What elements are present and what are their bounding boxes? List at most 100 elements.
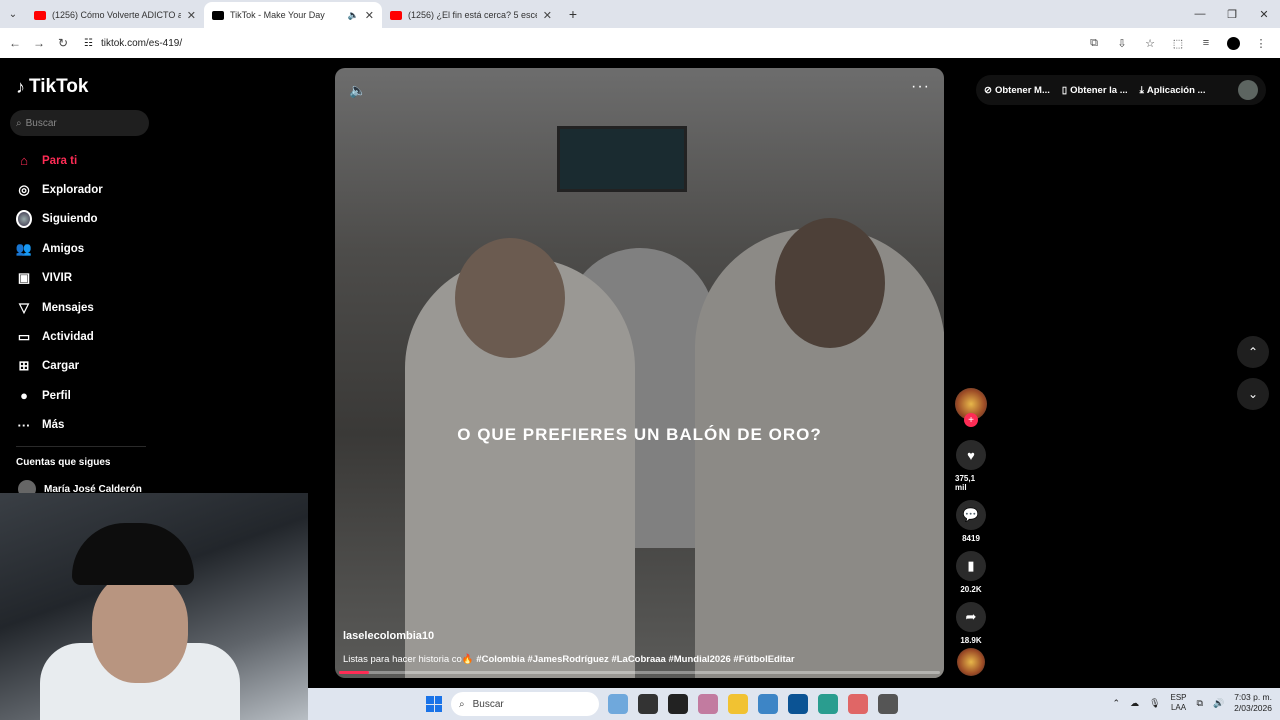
description-hashtags[interactable]: #Colombia #JamesRodríguez #LaCobraaa #Mu…	[476, 654, 794, 665]
tab-youtube-1[interactable]: (1256) Cómo Volverte ADICTO a... ✕	[26, 2, 204, 28]
taskbar-search-label: Buscar	[472, 698, 504, 710]
save-count: 20.2K	[960, 585, 982, 594]
bookmark-star-icon[interactable]: ☆	[1143, 36, 1157, 50]
volume-icon[interactable]: 🔊	[1213, 698, 1224, 709]
sidebar-item-amigos[interactable]: 👥 Amigos	[16, 234, 146, 263]
upload-icon: ⊞	[18, 358, 30, 374]
bookmark-icon[interactable]: ▮	[956, 551, 986, 581]
sidebar-item-perfil[interactable]: ● Perfil	[16, 381, 146, 410]
tiktok-page: ♪ TikTok ⌕ Buscar ⌂ Para ti ◎ Explorador…	[0, 58, 1280, 720]
site-info-icon[interactable]: ☷	[84, 38, 93, 49]
outlook-icon[interactable]	[788, 694, 808, 714]
language-indicator[interactable]: ESP LAA	[1171, 693, 1187, 713]
heart-icon[interactable]: ♥	[956, 440, 986, 470]
volume-icon[interactable]: 🔈	[349, 82, 366, 99]
share-icon[interactable]: ➦	[956, 602, 986, 632]
epic-games-icon[interactable]	[668, 694, 688, 714]
video-background-monitor	[557, 126, 687, 192]
sidebar-item-explorador[interactable]: ◎ Explorador	[16, 175, 146, 204]
comment-count: 8419	[962, 534, 980, 543]
profile-icon: ●	[20, 388, 28, 404]
coin-icon: ⊘	[984, 84, 992, 96]
profile-avatar[interactable]	[1227, 36, 1240, 50]
save-action[interactable]: ▮ 20.2K	[955, 551, 987, 594]
forward-icon[interactable]: →	[30, 34, 48, 52]
microphone-icon[interactable]: 🎙	[1149, 698, 1160, 709]
send-icon: ▽	[19, 299, 29, 315]
video-description: Listas para hacer historia co🔥 #Colombia…	[343, 654, 795, 665]
close-tab-icon[interactable]: ✕	[187, 9, 196, 22]
copilot-icon[interactable]	[698, 694, 718, 714]
youtube-icon	[390, 10, 402, 20]
music-disc[interactable]	[957, 648, 985, 676]
sidebar-item-actividad[interactable]: ▭ Actividad	[16, 322, 146, 351]
chrome-menu-icon[interactable]: ⋮	[1254, 36, 1268, 50]
video-username[interactable]: laselecolombia10	[343, 630, 434, 642]
live-icon: ▣	[17, 270, 31, 286]
install-app-icon[interactable]: ⇩	[1115, 36, 1129, 50]
address-bar[interactable]: ☷ tiktok.com/es-419/	[78, 32, 1081, 54]
get-coins-button[interactable]: ⊘ Obtener M...	[984, 85, 1050, 96]
webcam-overlay	[0, 493, 308, 720]
app-icon[interactable]	[878, 694, 898, 714]
top-right-bar: ⊘ Obtener M... ▯ Obtener la ... ⤓ Aplica…	[976, 75, 1266, 105]
widgets-icon[interactable]	[608, 694, 628, 714]
taskbar-search[interactable]: ⌕ Buscar	[451, 692, 599, 716]
tab-strip: ⌄ (1256) Cómo Volverte ADICTO a... ✕ Tik…	[0, 0, 1280, 28]
close-tab-icon[interactable]: ✕	[365, 9, 374, 22]
extensions-icon[interactable]: ⬚	[1171, 36, 1185, 50]
clock[interactable]: 7:03 p. m. 2/03/2026	[1234, 692, 1272, 714]
translate-icon[interactable]: ⧉	[1087, 36, 1101, 50]
cloud-icon[interactable]: ☁	[1130, 698, 1139, 709]
network-icon[interactable]: ⧉	[1197, 698, 1203, 709]
windows-start-icon[interactable]	[426, 696, 442, 712]
close-tab-icon[interactable]: ✕	[543, 9, 552, 22]
desktop-app-button[interactable]: ⤓ Aplicación ...	[1140, 85, 1206, 96]
new-tab-button[interactable]: +	[560, 0, 586, 28]
get-app-button[interactable]: ▯ Obtener la ...	[1062, 85, 1128, 96]
chrome-icon[interactable]	[848, 694, 868, 714]
share-action[interactable]: ➦ 18.9K	[955, 602, 987, 645]
reload-icon[interactable]: ↻	[54, 34, 72, 52]
follow-plus-icon[interactable]: +	[964, 413, 978, 427]
toolbar-actions: ⧉ ⇩ ☆ ⬚ ≡ ⋮	[1087, 36, 1274, 50]
sidebar-item-vivir[interactable]: ▣ VIVIR	[16, 264, 146, 293]
search-icon: ⌕	[16, 117, 22, 129]
window-controls: — ❐ ✕	[1184, 0, 1280, 28]
previous-video-button[interactable]: ⌃	[1237, 336, 1269, 368]
tab-search-button[interactable]: ⌄	[0, 0, 26, 28]
video-progress-bar[interactable]	[339, 671, 940, 674]
close-window-icon[interactable]: ✕	[1248, 0, 1280, 28]
tab-tiktok[interactable]: TikTok - Make Your Day 🔈 ✕	[204, 2, 382, 28]
video-player[interactable]: 🔈 ··· O QUE PREFIERES UN BALÓN DE ORO? l…	[335, 68, 944, 678]
search-icon: ⌕	[459, 698, 465, 710]
chevron-down-icon: ⌄	[1247, 387, 1259, 401]
file-explorer-icon[interactable]	[728, 694, 748, 714]
tiktok-logo[interactable]: ♪ TikTok	[16, 76, 88, 98]
minimize-icon[interactable]: —	[1184, 0, 1216, 28]
tray-chevron-icon[interactable]: ⌃	[1113, 698, 1121, 709]
media-controls-icon[interactable]: ≡	[1199, 36, 1213, 50]
sidebar-item-para-ti[interactable]: ⌂ Para ti	[16, 146, 146, 175]
sidebar-item-siguiendo[interactable]: Siguiendo	[16, 205, 146, 234]
store-icon[interactable]	[758, 694, 778, 714]
like-action[interactable]: ♥ 375,1 mil	[955, 440, 987, 492]
task-view-icon[interactable]	[638, 694, 658, 714]
user-avatar[interactable]	[1238, 80, 1258, 100]
sidebar-item-mas[interactable]: ··· Más	[16, 411, 146, 440]
tab-youtube-2[interactable]: (1256) ¿El fin está cerca? 5 esce... ✕	[382, 2, 560, 28]
creator-avatar[interactable]: +	[955, 388, 987, 427]
sidebar-item-cargar[interactable]: ⊞ Cargar	[16, 352, 146, 381]
comment-action[interactable]: 💬 8419	[955, 500, 987, 543]
comment-icon[interactable]: 💬	[956, 500, 986, 530]
edge-icon[interactable]	[818, 694, 838, 714]
sidebar-item-mensajes[interactable]: ▽ Mensajes	[16, 293, 146, 322]
sidebar-item-label: Mensajes	[42, 301, 94, 314]
search-input[interactable]: ⌕ Buscar	[10, 110, 149, 136]
more-options-icon[interactable]: ···	[911, 78, 930, 96]
speaker-icon[interactable]: 🔈	[348, 10, 359, 21]
sidebar-item-label: Explorador	[42, 184, 103, 197]
next-video-button[interactable]: ⌄	[1237, 378, 1269, 410]
back-icon[interactable]: ←	[6, 34, 24, 52]
restore-icon[interactable]: ❐	[1216, 0, 1248, 28]
